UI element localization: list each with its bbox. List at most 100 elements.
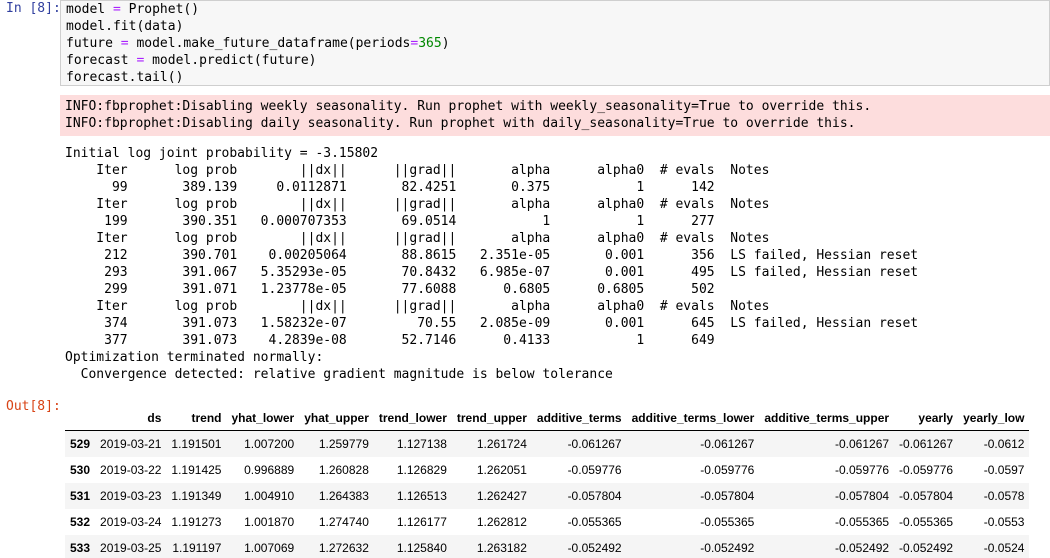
table-cell: 0.996889 (244, 463, 295, 477)
table-cell: 1.007069 (244, 541, 295, 555)
stdout-line: Initial log joint probability = -3.15802 (65, 146, 379, 161)
code-token: model.make_future_dataframe(periods (128, 36, 411, 51)
table-cell: -0.055365 (567, 515, 622, 529)
output-prompt: Out[8]: (6, 399, 61, 414)
stdout-output: Initial log joint probability = -3.15802… (65, 145, 1045, 383)
table-cell: 1.262812 (476, 515, 527, 529)
column-header: trend (166, 405, 227, 431)
table-cell: -0.0612 (983, 437, 1025, 451)
table-cell: 1.001870 (244, 515, 295, 529)
header-row: ds trend yhat_lower yhat_upper trend_low… (65, 405, 1030, 431)
table-cell: 1.272632 (318, 541, 369, 555)
table-cell: -0.0553 (983, 515, 1025, 529)
table-cell: 1.191425 (171, 463, 222, 477)
stderr-line: INFO:fbprophet:Disabling weekly seasonal… (65, 99, 872, 114)
stdout-line: 212 390.701 0.00205064 88.8615 2.351e-05… (65, 248, 919, 263)
code-line: model = Prophet() (66, 1, 1049, 18)
row-index: 529 (70, 437, 91, 451)
table-cell: 1.126829 (396, 463, 447, 477)
stdout-line: 299 391.071 1.23778e-05 77.6088 0.6805 0… (65, 282, 715, 297)
table-row: 529 2019-03-21 1.191501 1.007200 1.25977… (65, 430, 1030, 457)
stdout-line: Iter log prob ||dx|| ||grad|| alpha alph… (65, 231, 770, 246)
table-cell: -0.061267 (899, 437, 954, 451)
code-token: forecast (66, 53, 137, 68)
table-cell: 2019-03-22 (100, 463, 162, 477)
table-cell: -0.0524 (983, 541, 1025, 555)
table-cell: 2019-03-23 (100, 489, 162, 503)
table-cell: -0.052492 (835, 541, 890, 555)
operator-token: = (120, 36, 129, 51)
table-cell: 2019-03-21 (100, 437, 162, 451)
code-line: forecast.tail() (66, 69, 1049, 86)
stdout-line: Iter log prob ||dx|| ||grad|| alpha alph… (65, 299, 770, 314)
row-index: 531 (70, 489, 91, 503)
table-row: 530 2019-03-22 1.191425 0.996889 1.26082… (65, 457, 1029, 483)
table-cell: 1.004910 (244, 489, 295, 503)
column-header: trend_lower (373, 405, 452, 431)
stdout-line: Optimization terminated normally: (65, 350, 324, 365)
table-cell: -0.052492 (567, 541, 622, 555)
index-header (65, 405, 96, 431)
column-header: additive_terms (531, 405, 627, 431)
column-header: yearly_low (958, 405, 1030, 431)
table-cell: 1.261724 (476, 437, 527, 451)
code-token: ) (441, 36, 450, 51)
stdout-line: 377 391.073 4.2839e-08 52.7146 0.4133 1 … (65, 333, 715, 348)
table-cell: 1.274740 (318, 515, 369, 529)
dataframe-table: ds trend yhat_lower yhat_upper trend_low… (65, 405, 1030, 558)
table-cell: 1.191273 (171, 515, 222, 529)
row-index: 530 (70, 463, 91, 477)
table-cell: 1.259779 (318, 437, 369, 451)
number-token: 365 (418, 36, 442, 51)
column-header: yearly (894, 405, 959, 431)
table-cell: -0.059776 (835, 463, 890, 477)
table-cell: -0.052492 (899, 541, 954, 555)
table-cell: -0.0597 (983, 463, 1025, 477)
column-header: trend_upper (451, 405, 532, 431)
table-cell: 1.264383 (318, 489, 369, 503)
table-cell: 1.262427 (476, 489, 527, 503)
column-header: yhat_lower (226, 405, 300, 431)
table-cell: 1.263182 (476, 541, 527, 555)
table-cell: 1.126513 (396, 489, 447, 503)
table-cell: -0.055365 (835, 515, 890, 529)
code-cell-editor[interactable]: model = Prophet() model.fit(data) future… (60, 0, 1050, 86)
table-row: 533 2019-03-25 1.191197 1.007069 1.27263… (65, 535, 1030, 558)
stdout-line: 374 391.073 1.58232e-07 70.55 2.085e-09 … (65, 316, 919, 331)
stdout-line: 99 389.139 0.0112871 82.4251 0.375 1 142 (65, 180, 715, 195)
table-cell: -0.057804 (899, 489, 954, 503)
table-cell: 1.260828 (318, 463, 369, 477)
column-header: ds (95, 405, 167, 431)
table-row: 532 2019-03-24 1.191273 1.001870 1.27474… (65, 509, 1029, 535)
row-index: 533 (70, 541, 91, 555)
dataframe-output: ds trend yhat_lower yhat_upper trend_low… (65, 405, 1045, 558)
code-token: Prophet() (120, 2, 200, 17)
operator-token: = (112, 2, 121, 17)
code-token: model.predict(future) (144, 53, 317, 68)
table-cell: -0.055365 (899, 515, 954, 529)
table-cell: -0.057804 (835, 489, 890, 503)
table-cell: 1.191501 (171, 437, 222, 451)
table-cell: 1.191349 (171, 489, 222, 503)
stderr-line: INFO:fbprophet:Disabling daily seasonali… (65, 116, 856, 131)
stderr-output: INFO:fbprophet:Disabling weekly seasonal… (60, 95, 1050, 136)
table-cell: -0.052492 (700, 541, 755, 555)
code-token: forecast.tail() (66, 70, 184, 85)
table-cell: -0.055365 (700, 515, 755, 529)
table-cell: -0.061267 (700, 437, 755, 451)
stdout-line: Iter log prob ||dx|| ||grad|| alpha alph… (65, 163, 770, 178)
table-cell: 1.127138 (396, 437, 447, 451)
row-index: 532 (70, 515, 91, 529)
table-cell: 1.125840 (396, 541, 447, 555)
code-line: forecast = model.predict(future) (66, 52, 1049, 69)
table-cell: 1.007200 (244, 437, 295, 451)
table-cell: 1.262051 (476, 463, 527, 477)
table-cell: 2019-03-24 (100, 515, 162, 529)
code-token: future (66, 36, 121, 51)
table-cell: -0.057804 (700, 489, 755, 503)
column-header: additive_terms_upper (759, 405, 895, 431)
table-cell: -0.059776 (567, 463, 622, 477)
table-cell: 1.191197 (172, 541, 222, 555)
column-header: yhat_upper (299, 405, 374, 431)
table-cell: -0.061267 (835, 437, 890, 451)
